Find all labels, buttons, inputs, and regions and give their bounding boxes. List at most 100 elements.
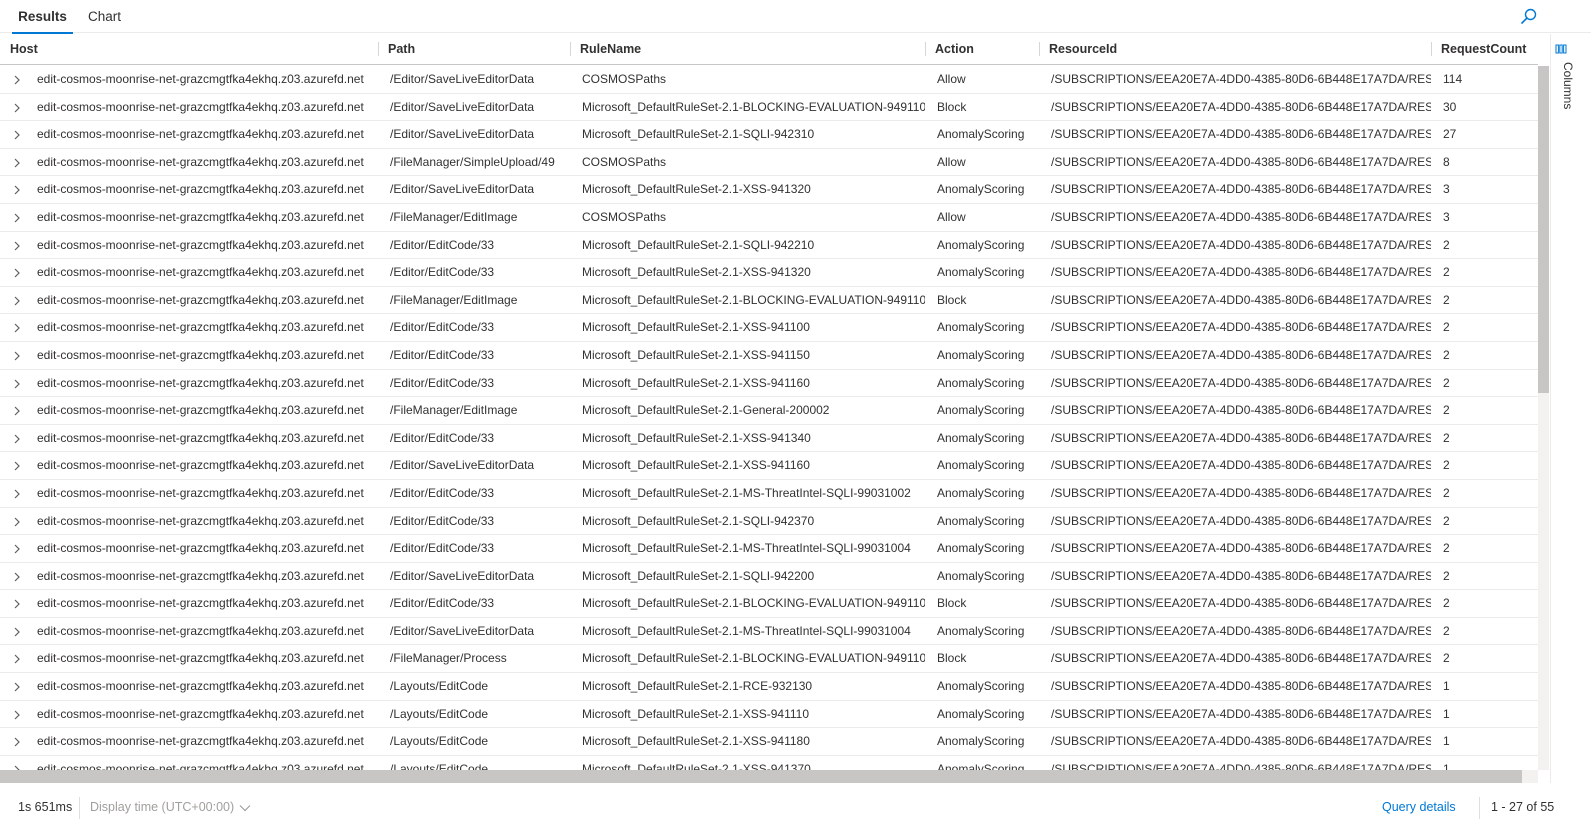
table-row[interactable]: edit-cosmos-moonrise-net-grazcmgtfka4ekh… (0, 397, 1538, 425)
cell-resourceid: /SUBSCRIPTIONS/EEA20E7A-4DD0-4385-80D6-6… (1051, 679, 1431, 694)
cell-action: AnomalyScoring (937, 568, 1025, 583)
expand-row-chevron-right-icon[interactable] (10, 535, 24, 562)
cell-host: edit-cosmos-moonrise-net-grazcmgtfka4ekh… (37, 209, 364, 224)
cell-action: Block (937, 99, 967, 114)
cell-path: /Layouts/EditCode (390, 761, 489, 770)
table-row[interactable]: edit-cosmos-moonrise-net-grazcmgtfka4ekh… (0, 232, 1538, 260)
expand-row-chevron-right-icon[interactable] (10, 480, 24, 507)
expand-row-chevron-right-icon[interactable] (10, 287, 24, 314)
table-row[interactable]: edit-cosmos-moonrise-net-grazcmgtfka4ekh… (0, 728, 1538, 756)
cell-host: edit-cosmos-moonrise-net-grazcmgtfka4ekh… (37, 182, 364, 197)
expand-row-chevron-right-icon[interactable] (10, 590, 24, 617)
table-row[interactable]: edit-cosmos-moonrise-net-grazcmgtfka4ekh… (0, 425, 1538, 453)
cell-action: AnomalyScoring (937, 347, 1025, 362)
table-row[interactable]: edit-cosmos-moonrise-net-grazcmgtfka4ekh… (0, 259, 1538, 287)
display-time-dropdown[interactable]: Display time (UTC+00:00) (90, 800, 251, 814)
table-row[interactable]: edit-cosmos-moonrise-net-grazcmgtfka4ekh… (0, 204, 1538, 232)
cell-action: AnomalyScoring (937, 265, 1025, 280)
table-row[interactable]: edit-cosmos-moonrise-net-grazcmgtfka4ekh… (0, 590, 1538, 618)
horizontal-scrollbar-thumb[interactable] (0, 770, 1522, 783)
cell-rulename: Microsoft_DefaultRuleSet-2.1-XSS-941320 (582, 265, 811, 280)
cell-requestcount: 3 (1443, 182, 1450, 197)
tab-chart[interactable]: Chart (88, 0, 124, 33)
cell-path: /Editor/EditCode/33 (390, 237, 495, 252)
table-row[interactable]: edit-cosmos-moonrise-net-grazcmgtfka4ekh… (0, 149, 1538, 177)
expand-row-chevron-right-icon[interactable] (10, 314, 24, 341)
table-row[interactable]: edit-cosmos-moonrise-net-grazcmgtfka4ekh… (0, 66, 1538, 94)
column-header-host[interactable]: Host (0, 34, 377, 65)
column-header-rulename[interactable]: RuleName (570, 34, 925, 65)
expand-row-chevron-right-icon[interactable] (10, 149, 24, 176)
table-row[interactable]: edit-cosmos-moonrise-net-grazcmgtfka4ekh… (0, 645, 1538, 674)
cell-resourceid: /SUBSCRIPTIONS/EEA20E7A-4DD0-4385-80D6-6… (1051, 596, 1431, 611)
table-row[interactable]: edit-cosmos-moonrise-net-grazcmgtfka4ekh… (0, 370, 1538, 398)
table-row[interactable]: edit-cosmos-moonrise-net-grazcmgtfka4ekh… (0, 535, 1538, 563)
cell-resourceid: /SUBSCRIPTIONS/EEA20E7A-4DD0-4385-80D6-6… (1051, 237, 1431, 252)
expand-row-chevron-right-icon[interactable] (10, 204, 24, 231)
cell-host: edit-cosmos-moonrise-net-grazcmgtfka4ekh… (37, 458, 364, 473)
table-row[interactable]: edit-cosmos-moonrise-net-grazcmgtfka4ekh… (0, 176, 1538, 204)
expand-row-chevron-right-icon[interactable] (10, 370, 24, 397)
column-header-requestcount[interactable]: RequestCount (1431, 34, 1538, 65)
table-row[interactable]: edit-cosmos-moonrise-net-grazcmgtfka4ekh… (0, 121, 1538, 149)
cell-host: edit-cosmos-moonrise-net-grazcmgtfka4ekh… (37, 99, 364, 114)
table-row[interactable]: edit-cosmos-moonrise-net-grazcmgtfka4ekh… (0, 342, 1538, 370)
expand-row-chevron-right-icon[interactable] (10, 673, 24, 700)
expand-row-chevron-right-icon[interactable] (10, 342, 24, 369)
cell-path: /Editor/EditCode/33 (390, 485, 495, 500)
expand-row-chevron-right-icon[interactable] (10, 728, 24, 755)
tab-results[interactable]: Results (12, 0, 73, 34)
table-row[interactable]: edit-cosmos-moonrise-net-grazcmgtfka4ekh… (0, 452, 1538, 480)
table-row[interactable]: edit-cosmos-moonrise-net-grazcmgtfka4ekh… (0, 508, 1538, 536)
cell-host: edit-cosmos-moonrise-net-grazcmgtfka4ekh… (37, 292, 364, 307)
expand-row-chevron-right-icon[interactable] (10, 66, 24, 93)
cell-path: /Editor/EditCode/33 (390, 541, 495, 556)
expand-row-chevron-right-icon[interactable] (10, 94, 24, 121)
table-row[interactable]: edit-cosmos-moonrise-net-grazcmgtfka4ekh… (0, 563, 1538, 591)
expand-row-chevron-right-icon[interactable] (10, 645, 24, 672)
cell-requestcount: 2 (1443, 568, 1450, 583)
table-row[interactable]: edit-cosmos-moonrise-net-grazcmgtfka4ekh… (0, 701, 1538, 729)
table-row[interactable]: edit-cosmos-moonrise-net-grazcmgtfka4ekh… (0, 618, 1538, 646)
expand-row-chevron-right-icon[interactable] (10, 397, 24, 424)
cell-resourceid: /SUBSCRIPTIONS/EEA20E7A-4DD0-4385-80D6-6… (1051, 347, 1431, 362)
expand-row-chevron-right-icon[interactable] (10, 259, 24, 286)
expand-row-chevron-right-icon[interactable] (10, 756, 24, 770)
table-row[interactable]: edit-cosmos-moonrise-net-grazcmgtfka4ekh… (0, 287, 1538, 315)
cell-path: /Editor/EditCode/33 (390, 596, 495, 611)
column-header-path[interactable]: Path (378, 34, 570, 65)
table-row[interactable]: edit-cosmos-moonrise-net-grazcmgtfka4ekh… (0, 480, 1538, 508)
table-row[interactable]: edit-cosmos-moonrise-net-grazcmgtfka4ekh… (0, 673, 1538, 701)
columns-panel-toggle[interactable]: Columns (1550, 34, 1591, 783)
cell-requestcount: 2 (1443, 596, 1450, 611)
column-header-path-label: Path (388, 42, 416, 56)
cell-rulename: COSMOSPaths (582, 209, 667, 224)
column-header-action[interactable]: Action (925, 34, 1039, 65)
expand-row-chevron-right-icon[interactable] (10, 701, 24, 728)
cell-path: /Editor/SaveLiveEditorData (390, 568, 535, 583)
table-row[interactable]: edit-cosmos-moonrise-net-grazcmgtfka4ekh… (0, 314, 1538, 342)
expand-row-chevron-right-icon[interactable] (10, 508, 24, 535)
expand-row-chevron-right-icon[interactable] (10, 452, 24, 479)
horizontal-scrollbar[interactable] (0, 770, 1538, 783)
vertical-scrollbar[interactable] (1538, 66, 1549, 770)
cell-rulename: Microsoft_DefaultRuleSet-2.1-SQLI-942200 (582, 568, 815, 583)
query-details-link[interactable]: Query details (1382, 800, 1456, 814)
expand-row-chevron-right-icon[interactable] (10, 232, 24, 259)
expand-row-chevron-right-icon[interactable] (10, 618, 24, 645)
vertical-scrollbar-thumb[interactable] (1538, 66, 1549, 393)
grid-header: Host Path RuleName Action ResourceId Req… (0, 34, 1538, 65)
search-icon[interactable] (1518, 6, 1540, 28)
table-row[interactable]: edit-cosmos-moonrise-net-grazcmgtfka4ekh… (0, 756, 1538, 770)
cell-host: edit-cosmos-moonrise-net-grazcmgtfka4ekh… (37, 541, 364, 556)
cell-requestcount: 2 (1443, 541, 1450, 556)
expand-row-chevron-right-icon[interactable] (10, 176, 24, 203)
cell-action: AnomalyScoring (937, 237, 1025, 252)
column-header-resourceid[interactable]: ResourceId (1039, 34, 1431, 65)
table-row[interactable]: edit-cosmos-moonrise-net-grazcmgtfka4ekh… (0, 94, 1538, 122)
expand-row-chevron-right-icon[interactable] (10, 121, 24, 148)
cell-host: edit-cosmos-moonrise-net-grazcmgtfka4ekh… (37, 568, 364, 583)
expand-row-chevron-right-icon[interactable] (10, 425, 24, 452)
expand-row-chevron-right-icon[interactable] (10, 563, 24, 590)
cell-requestcount: 2 (1443, 513, 1450, 528)
